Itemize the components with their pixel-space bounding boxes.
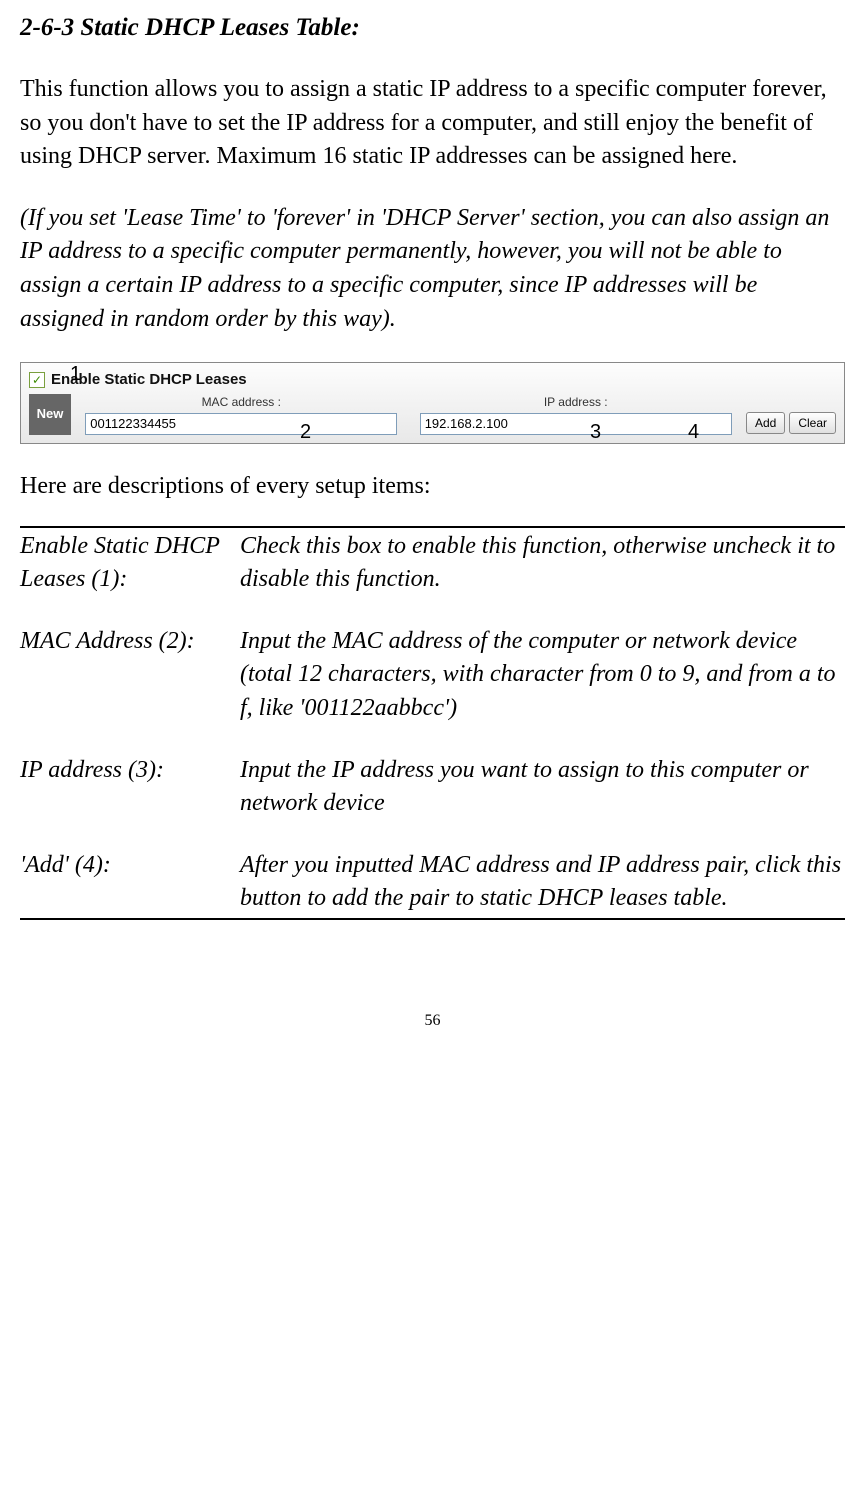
def-enable-static: Check this box to enable this function, … xyxy=(240,530,845,597)
add-button[interactable]: Add xyxy=(746,412,785,434)
table-row: IP address (3): Input the IP address you… xyxy=(20,754,845,821)
table-row: 'Add' (4): After you inputted MAC addres… xyxy=(20,849,845,916)
term-ip-address: IP address (3): xyxy=(20,754,240,821)
callout-3: 3 xyxy=(590,418,601,446)
callout-1: 1 xyxy=(70,360,81,388)
ip-address-label: IP address : xyxy=(544,394,608,411)
clear-button[interactable]: Clear xyxy=(789,412,836,434)
new-row-label: New xyxy=(29,394,71,435)
def-ip-address: Input the IP address you want to assign … xyxy=(240,754,845,821)
table-row: MAC Address (2): Input the MAC address o… xyxy=(20,625,845,726)
def-add: After you inputted MAC address and IP ad… xyxy=(240,849,845,916)
intro-paragraph-1: This function allows you to assign a sta… xyxy=(20,73,845,174)
mac-address-input[interactable] xyxy=(85,413,397,435)
screenshot-figure: 1 ✓ Enable Static DHCP Leases New MAC ad… xyxy=(20,362,845,444)
dhcp-panel: ✓ Enable Static DHCP Leases New MAC addr… xyxy=(20,362,845,444)
table-row: Enable Static DHCP Leases (1): Check thi… xyxy=(20,530,845,597)
section-heading: 2-6-3 Static DHCP Leases Table: xyxy=(20,10,845,45)
term-mac-address: MAC Address (2): xyxy=(20,625,240,726)
page-number: 56 xyxy=(20,1010,845,1032)
term-enable-static: Enable Static DHCP Leases (1): xyxy=(20,530,240,597)
enable-checkbox[interactable]: ✓ xyxy=(29,372,45,388)
callout-2: 2 xyxy=(300,418,311,446)
def-mac-address: Input the MAC address of the computer or… xyxy=(240,625,845,726)
intro-paragraph-2: (If you set 'Lease Time' to 'forever' in… xyxy=(20,202,845,336)
ip-address-input[interactable] xyxy=(420,413,732,435)
descriptions-table: Enable Static DHCP Leases (1): Check thi… xyxy=(20,526,845,920)
descriptions-intro: Here are descriptions of every setup ite… xyxy=(20,470,845,504)
callout-4: 4 xyxy=(688,418,699,446)
mac-address-label: MAC address : xyxy=(202,394,281,411)
term-add: 'Add' (4): xyxy=(20,849,240,916)
